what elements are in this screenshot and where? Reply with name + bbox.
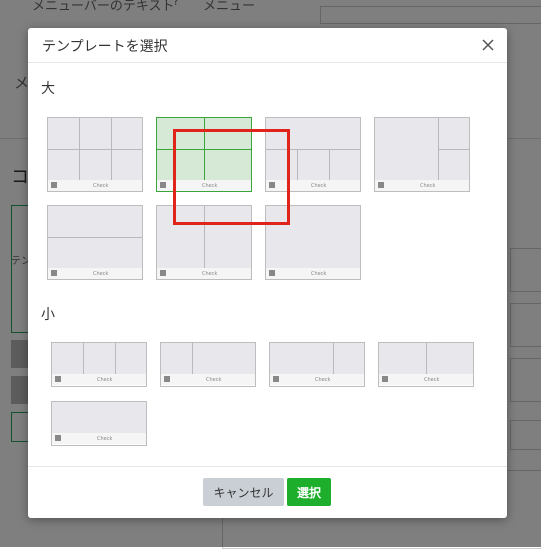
- checkbox-icon[interactable]: [269, 182, 275, 188]
- template-card-footer: Check: [48, 268, 142, 279]
- template-large-4[interactable]: Check: [374, 117, 470, 192]
- checkbox-icon[interactable]: [55, 435, 61, 441]
- card-check-label: Check: [97, 377, 113, 383]
- template-card-footer: Check: [157, 180, 251, 191]
- card-check-label: Check: [315, 377, 331, 383]
- template-small-4[interactable]: Check: [378, 342, 474, 387]
- card-check-label: Check: [311, 271, 327, 277]
- template-frame: [161, 343, 255, 374]
- modal-header: テンプレートを選択: [28, 28, 507, 63]
- checkbox-icon[interactable]: [269, 270, 275, 276]
- template-small-3[interactable]: Check: [269, 342, 365, 387]
- template-large-5[interactable]: Check: [47, 205, 143, 280]
- template-frame: [375, 118, 469, 180]
- template-select-modal: テンプレートを選択 大 Check Check Check Check Chec…: [28, 28, 507, 518]
- template-card-footer: Check: [48, 180, 142, 191]
- checkbox-icon[interactable]: [160, 270, 166, 276]
- template-frame: [379, 343, 473, 374]
- small-section-label: 小: [41, 307, 55, 323]
- card-check-label: Check: [93, 183, 109, 189]
- template-frame: [266, 118, 360, 180]
- template-card-footer: Check: [161, 374, 255, 385]
- modal-footer: キャンセル 選択: [28, 466, 507, 519]
- template-frame: [52, 343, 146, 374]
- checkbox-icon[interactable]: [382, 376, 388, 382]
- template-card-footer: Check: [375, 180, 469, 191]
- large-section-label: 大: [41, 81, 55, 97]
- card-check-label: Check: [424, 377, 440, 383]
- checkbox-icon[interactable]: [55, 376, 61, 382]
- checkbox-icon[interactable]: [51, 270, 57, 276]
- checkbox-icon[interactable]: [273, 376, 279, 382]
- template-card-footer: Check: [266, 268, 360, 279]
- card-check-label: Check: [311, 183, 327, 189]
- template-frame: [266, 206, 360, 268]
- checkbox-icon[interactable]: [160, 182, 166, 188]
- template-large-3[interactable]: Check: [265, 117, 361, 192]
- template-frame: [157, 206, 251, 268]
- card-check-label: Check: [93, 271, 109, 277]
- close-button[interactable]: [477, 34, 499, 56]
- template-frame: [48, 118, 142, 180]
- template-frame: [52, 402, 146, 433]
- template-small-1[interactable]: Check: [51, 342, 147, 387]
- card-check-label: Check: [97, 436, 113, 442]
- template-card-footer: Check: [379, 374, 473, 385]
- template-card-footer: Check: [270, 374, 364, 385]
- checkbox-icon[interactable]: [51, 182, 57, 188]
- cancel-button[interactable]: キャンセル: [203, 478, 284, 506]
- template-card-footer: Check: [266, 180, 360, 191]
- card-check-label: Check: [206, 377, 222, 383]
- template-frame: [270, 343, 364, 374]
- template-card-footer: Check: [52, 374, 146, 385]
- template-large-7[interactable]: Check: [265, 205, 361, 280]
- template-large-1[interactable]: Check: [47, 117, 143, 192]
- template-large-6[interactable]: Check: [156, 205, 252, 280]
- template-small-5[interactable]: Check: [51, 401, 147, 446]
- template-card-footer: Check: [52, 433, 146, 444]
- template-frame: [48, 206, 142, 268]
- modal-title: テンプレートを選択: [42, 39, 168, 55]
- template-large-2[interactable]: Check: [156, 117, 252, 192]
- select-button[interactable]: 選択: [287, 478, 331, 506]
- card-check-label: Check: [202, 271, 218, 277]
- checkbox-icon[interactable]: [164, 376, 170, 382]
- template-frame: [157, 118, 251, 180]
- template-card-footer: Check: [157, 268, 251, 279]
- checkbox-icon[interactable]: [378, 182, 384, 188]
- template-small-2[interactable]: Check: [160, 342, 256, 387]
- card-check-label: Check: [420, 183, 436, 189]
- card-check-label: Check: [202, 183, 218, 189]
- close-icon: [482, 39, 494, 51]
